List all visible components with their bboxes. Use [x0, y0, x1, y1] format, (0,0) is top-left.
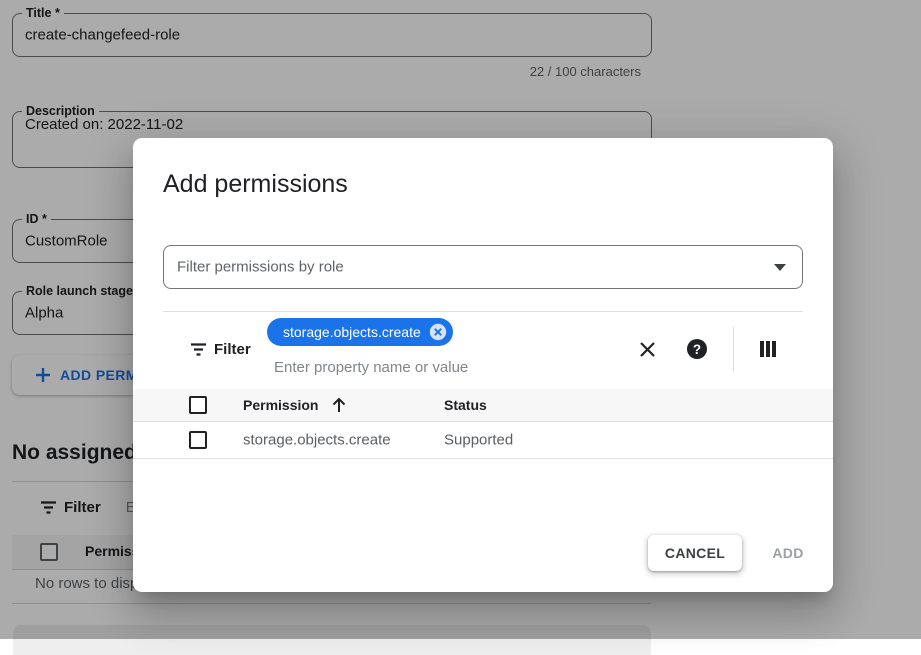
permission-column-header[interactable]: Permission — [243, 397, 318, 413]
dialog-filter-input[interactable]: Enter property name or value — [274, 359, 468, 376]
filter-permissions-by-role-select[interactable]: Filter permissions by role — [163, 245, 803, 289]
dialog-table-header: Permission Status — [133, 389, 833, 422]
role-select-placeholder: Filter permissions by role — [177, 259, 344, 276]
sort-ascending-icon[interactable] — [329, 395, 349, 420]
select-all-checkbox[interactable] — [189, 396, 207, 414]
permission-cell: storage.objects.create — [243, 432, 391, 449]
column-display-icon[interactable] — [752, 333, 784, 365]
help-icon[interactable]: ? — [681, 333, 713, 365]
chip-remove-icon[interactable] — [429, 323, 447, 341]
chevron-down-icon — [774, 264, 786, 271]
add-button[interactable]: ADD — [756, 535, 820, 571]
dialog-title: Add permissions — [163, 170, 348, 199]
divider — [163, 311, 803, 312]
row-checkbox[interactable] — [189, 431, 207, 449]
add-permissions-dialog: Add permissions Filter permissions by ro… — [133, 138, 833, 592]
status-column-header[interactable]: Status — [444, 397, 487, 413]
clear-filter-icon[interactable] — [631, 333, 663, 365]
table-row[interactable]: storage.objects.create Supported — [133, 422, 833, 459]
filter-icon — [190, 342, 207, 362]
dialog-filter-label: Filter — [214, 341, 251, 358]
status-cell: Supported — [444, 432, 513, 449]
cancel-button[interactable]: CANCEL — [648, 535, 742, 571]
filter-chip[interactable]: storage.objects.create — [267, 318, 453, 346]
svg-text:?: ? — [693, 342, 701, 357]
filter-chip-label: storage.objects.create — [283, 324, 421, 340]
divider — [733, 327, 734, 371]
